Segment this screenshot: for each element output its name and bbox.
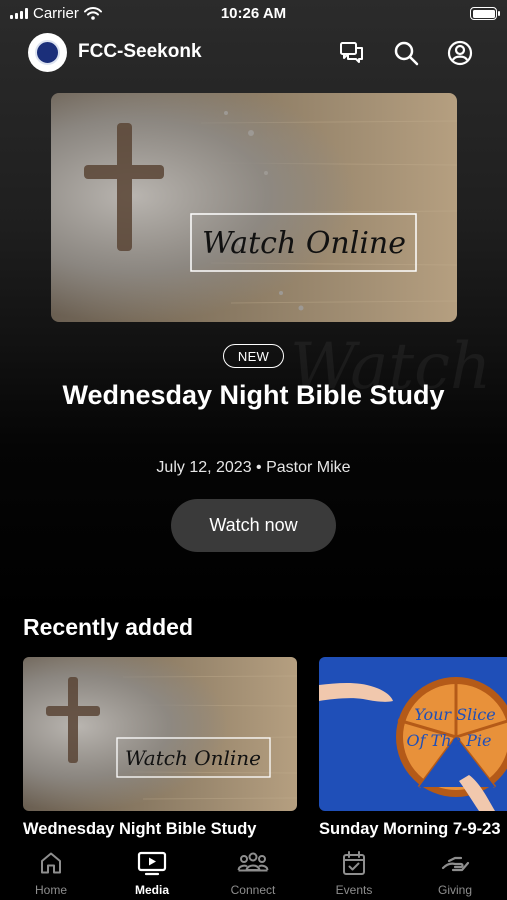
tab-giving[interactable]: Giving (405, 840, 505, 900)
tab-media[interactable]: Media (102, 840, 202, 900)
featured-meta: July 12, 2023 • Pastor Mike (156, 459, 351, 476)
featured-image-text: Watch Online (202, 226, 406, 261)
profile-icon[interactable] (445, 38, 475, 68)
recent-card-sunday-morning[interactable]: Your Slice Of The Pie (319, 657, 507, 811)
recent-card-bible-study[interactable]: Watch Online (23, 657, 297, 811)
giving-icon (405, 850, 505, 876)
status-bar: Carrier 10:26 AM (0, 0, 507, 28)
tab-label: Events (335, 883, 373, 897)
recent-card-title[interactable]: Wednesday Night Bible Study (23, 820, 256, 839)
tab-connect[interactable]: Connect (203, 840, 303, 900)
status-time: 10:26 AM (220, 5, 287, 22)
tab-label: Home (34, 883, 67, 897)
church-logo[interactable] (28, 33, 67, 72)
tab-bar: Home Media Connect Events Giving (0, 840, 507, 900)
app-header: FCC-Seekonk (0, 30, 507, 76)
search-icon[interactable] (391, 38, 421, 68)
new-badge: NEW (223, 344, 284, 368)
battery-icon (470, 7, 500, 20)
people-icon (203, 850, 303, 876)
tab-home[interactable]: Home (1, 840, 101, 900)
tab-label: Media (134, 883, 169, 897)
tab-events[interactable]: Events (304, 840, 404, 900)
featured-thumbnail[interactable]: Watch Online (51, 93, 457, 322)
media-icon (102, 850, 202, 876)
featured-title: Wednesday Night Bible Study (62, 380, 445, 410)
calendar-icon (304, 850, 404, 876)
tab-label: Connect (230, 883, 276, 897)
app-title: FCC-Seekonk (78, 41, 202, 62)
card-image-text: Watch Online (125, 746, 261, 770)
chat-icon[interactable] (337, 38, 367, 68)
recent-card-title[interactable]: Sunday Morning 7-9-23 (319, 820, 501, 839)
pie-text-line1: Your Slice (414, 705, 495, 724)
tab-label: Giving (437, 883, 472, 897)
watch-now-button[interactable]: Watch now (171, 499, 336, 552)
recently-added-heading: Recently added (23, 614, 193, 640)
home-icon (1, 850, 101, 876)
pie-text-line2: Of The Pie (406, 731, 491, 750)
